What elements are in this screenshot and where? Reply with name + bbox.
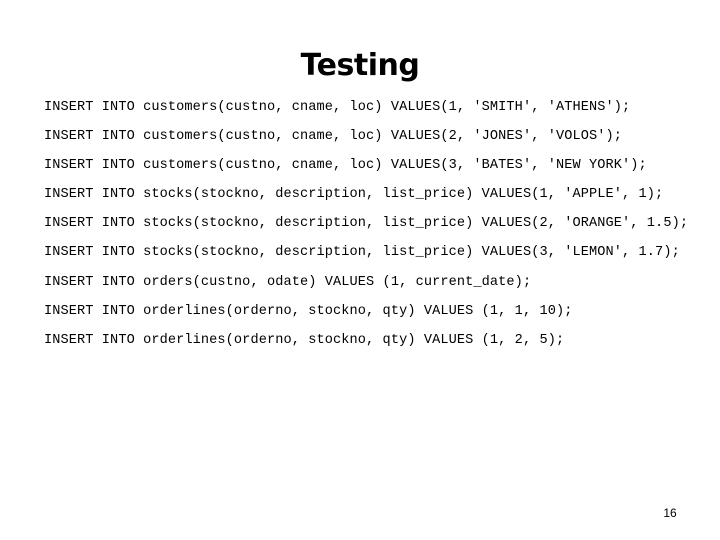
code-line: INSERT INTO orderlines(orderno, stockno,…: [44, 303, 573, 319]
code-line: INSERT INTO orderlines(orderno, stockno,…: [44, 332, 565, 348]
code-line: INSERT INTO stocks(stockno, description,…: [44, 187, 664, 203]
code-line: INSERT INTO customers(custno, cname, loc…: [44, 158, 647, 174]
code-line: INSERT INTO stocks(stockno, description,…: [44, 245, 680, 261]
code-line: INSERT INTO stocks(stockno, description,…: [44, 216, 689, 232]
code-line: INSERT INTO orders(custno, odate) VALUES…: [44, 274, 532, 290]
slide-title: Testing: [300, 48, 420, 84]
code-line: INSERT INTO customers(custno, cname, loc…: [44, 100, 631, 115]
sql-code-block: INSERT INTO customers(custno, cname, loc…: [44, 93, 688, 355]
page-number: 16: [663, 506, 677, 520]
code-line: INSERT INTO customers(custno, cname, loc…: [44, 129, 623, 145]
